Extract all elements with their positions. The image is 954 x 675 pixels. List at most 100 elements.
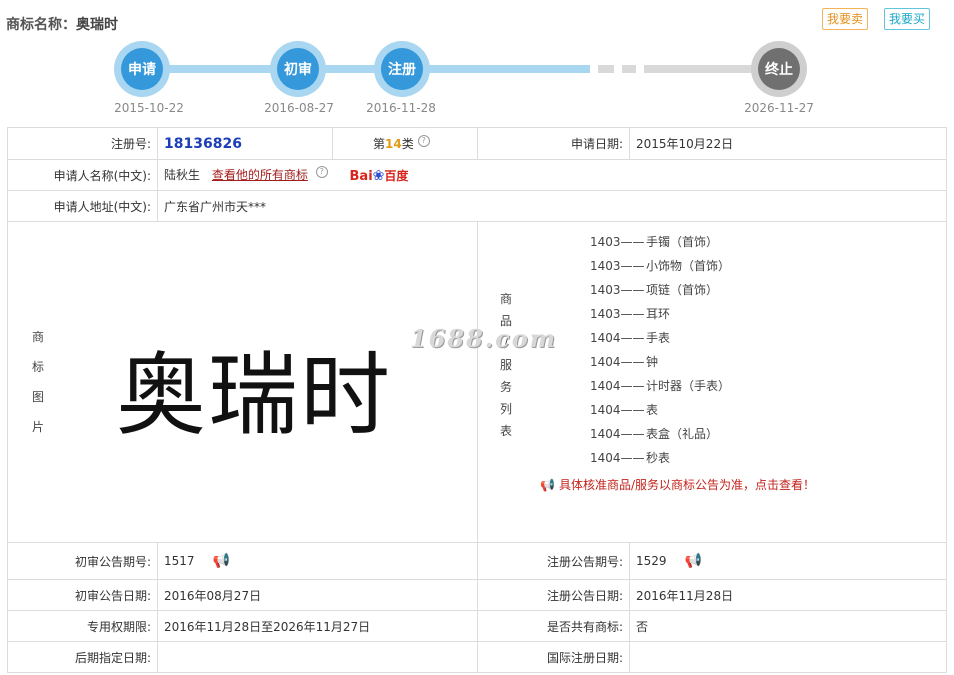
- intl-date-value: [629, 641, 947, 673]
- timeline-progress-bar: [148, 65, 590, 73]
- status-timeline: 申请 初审 注册 终止 2015-10-22 2016-08-27 2016-1…: [0, 40, 954, 120]
- timeline-node-register: 注册: [374, 41, 430, 97]
- timeline-node-label: 注册: [381, 48, 423, 90]
- reg-no-label: 注册号:: [7, 127, 158, 160]
- goods-code: 1403——: [590, 283, 645, 297]
- baidu-logo-text: 百度: [384, 169, 409, 183]
- help-icon[interactable]: ?: [315, 166, 328, 178]
- trademark-image-cell: 商 标 图 片 奥瑞时: [7, 221, 478, 543]
- class-prefix: 第: [373, 137, 386, 151]
- list-item: 1404——手表: [590, 326, 946, 350]
- image-label-char: 标: [31, 360, 44, 374]
- address-value: 广东省广州市天***: [157, 190, 947, 222]
- timeline-dash: [598, 65, 614, 73]
- timeline-node-apply: 申请: [114, 41, 170, 97]
- timeline-node-label: 申请: [121, 48, 163, 90]
- class-number: 14: [385, 137, 402, 151]
- class-value: 第14类: [373, 137, 414, 151]
- image-label-char: 片: [31, 420, 44, 434]
- image-label-char: 图: [31, 390, 44, 404]
- list-item: 1404——表盒（礼品）: [590, 422, 946, 446]
- timeline-date: 2015-10-22: [114, 101, 184, 115]
- apply-date-value: 2015年10月22日: [629, 127, 947, 160]
- goods-name: 耳环: [646, 307, 671, 321]
- page-title: 商标名称：奥瑞时: [6, 14, 118, 34]
- shared-label: 是否共有商标:: [477, 610, 630, 642]
- class-cell: 第14类?: [332, 127, 478, 160]
- goods-name: 钟: [646, 355, 659, 369]
- title-label: 商标名称：: [6, 17, 76, 33]
- trademark-image: 奥瑞时: [116, 343, 392, 448]
- goods-code: 1403——: [590, 259, 645, 273]
- goods-notice-link[interactable]: 📢 具体核准商品/服务以商标公告为准，点击查看！: [540, 476, 946, 493]
- timeline-date: 2026-11-27: [744, 101, 814, 115]
- image-label-char: 商: [31, 330, 44, 344]
- prelim-no-label: 初审公告期号:: [7, 542, 158, 580]
- goods-code: 1404——: [590, 451, 645, 465]
- baidu-logo-text: Bai: [349, 169, 373, 184]
- prelim-date-label: 初审公告日期:: [7, 579, 158, 611]
- goods-code: 1404——: [590, 355, 645, 369]
- timeline-date: 2016-08-27: [264, 101, 334, 115]
- timeline-node-terminate: 终止: [751, 41, 807, 97]
- class-suffix: 类: [401, 137, 414, 151]
- goods-name: 手表: [646, 331, 671, 345]
- trademark-info-table: 注册号: 18136826 第14类? 申请日期: 2015年10月22日 申请…: [7, 127, 947, 673]
- buy-button[interactable]: 我要买: [884, 8, 931, 30]
- timeline-node-label: 终止: [758, 48, 800, 90]
- watermark: 1688.com: [410, 324, 558, 353]
- later-date-label: 后期指定日期:: [7, 641, 158, 673]
- list-item: 1404——秒表: [590, 446, 946, 470]
- reg-pub-no-label: 注册公告期号:: [477, 542, 630, 580]
- reg-pub-date-value: 2016年11月28日: [629, 579, 947, 611]
- megaphone-icon[interactable]: 📢: [213, 553, 230, 569]
- goods-name: 手镯（首饰）: [646, 235, 719, 249]
- list-item: 1404——钟: [590, 350, 946, 374]
- goods-services-cell: 商 品 / 服 务 列 表 1403——手镯（首饰） 1403——小饰物（首饰）…: [477, 221, 947, 543]
- timeline-node-label: 初审: [277, 48, 319, 90]
- goods-label-char: 服: [499, 358, 512, 372]
- goods-label-char: 务: [499, 380, 512, 394]
- trademark-name: 奥瑞时: [76, 17, 118, 33]
- timeline-dash: [622, 65, 636, 73]
- timeline-date: 2016-11-28: [366, 101, 436, 115]
- applicant-name: 陆秋生: [164, 168, 201, 182]
- goods-code: 1404——: [590, 331, 645, 345]
- sell-button[interactable]: 我要卖: [822, 8, 869, 30]
- goods-label-char: 商: [499, 292, 512, 306]
- goods-label-char: 列: [499, 402, 512, 416]
- address-label: 申请人地址(中文):: [7, 190, 158, 222]
- image-vertical-label: 商 标 图 片: [30, 322, 46, 442]
- baidu-paw-icon: ❀: [372, 168, 385, 184]
- list-item: 1403——项链（首饰）: [590, 278, 946, 302]
- goods-name: 秒表: [646, 451, 671, 465]
- all-marks-link[interactable]: 查看他的所有商标: [212, 168, 308, 182]
- reg-no-value: 18136826: [164, 135, 242, 152]
- later-date-value: [157, 641, 478, 673]
- exclusive-value: 2016年11月28日至2026年11月27日: [157, 610, 478, 642]
- goods-vertical-label: 商 品 / 服 务 列 表: [498, 288, 514, 442]
- prelim-no-cell: 1517 📢: [157, 542, 478, 580]
- intl-date-label: 国际注册日期:: [477, 641, 630, 673]
- applicant-cell: 陆秋生 查看他的所有商标 ? Bai❀百度: [157, 159, 947, 191]
- goods-name: 计时器（手表）: [646, 379, 731, 393]
- goods-list: 1403——手镯（首饰） 1403——小饰物（首饰） 1403——项链（首饰） …: [540, 222, 946, 493]
- prelim-date-value: 2016年08月27日: [157, 579, 478, 611]
- applicant-label: 申请人名称(中文):: [7, 159, 158, 191]
- list-item: 1404——表: [590, 398, 946, 422]
- baidu-search-button[interactable]: Bai❀百度: [350, 167, 409, 184]
- list-item: 1404——计时器（手表）: [590, 374, 946, 398]
- goods-name: 项链（首饰）: [646, 283, 719, 297]
- goods-code: 1404——: [590, 379, 645, 393]
- help-icon[interactable]: ?: [417, 135, 430, 147]
- megaphone-icon: 📢: [540, 478, 555, 492]
- megaphone-icon[interactable]: 📢: [685, 553, 702, 569]
- goods-name: 小饰物（首饰）: [646, 259, 731, 273]
- reg-pub-no-value: 1529: [636, 554, 667, 568]
- list-item: 1403——手镯（首饰）: [590, 230, 946, 254]
- reg-pub-no-cell: 1529 📢: [629, 542, 947, 580]
- goods-name: 表盒（礼品）: [646, 427, 719, 441]
- exclusive-label: 专用权期限:: [7, 610, 158, 642]
- shared-value: 否: [629, 610, 947, 642]
- list-item: 1403——小饰物（首饰）: [590, 254, 946, 278]
